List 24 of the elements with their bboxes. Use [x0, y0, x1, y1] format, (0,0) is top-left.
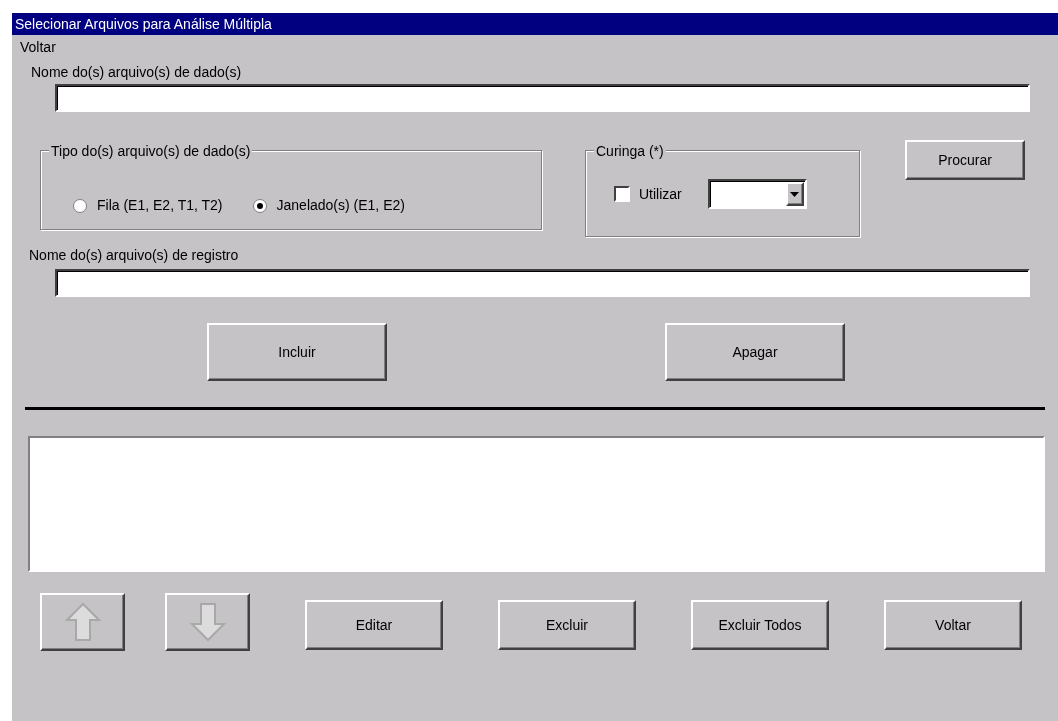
action-button[interactable]: Apagar [665, 323, 845, 381]
menu-item[interactable]: Voltar [20, 39, 56, 55]
action-button[interactable]: Incluir [207, 323, 387, 381]
up-arrow-icon [62, 600, 103, 644]
radio-button[interactable] [73, 198, 87, 213]
dropdown[interactable] [707, 179, 807, 209]
checkbox-label: Utilizar [639, 184, 682, 204]
action-button[interactable]: Excluir Todos [691, 600, 829, 650]
radio-label: Janelado(s) (E1, E2) [276, 196, 405, 215]
window-title: Selecionar Arquivos para Análise Múltipla [12, 13, 1058, 35]
input-field[interactable] [55, 84, 1030, 112]
action-button[interactable]: Excluir [498, 600, 636, 650]
radio-label: Fila (E1, E2, T1, T2) [97, 196, 223, 215]
action-button[interactable]: Editar [305, 600, 443, 650]
action-button[interactable]: Voltar [884, 600, 1022, 650]
browse-button[interactable]: Procurar [905, 140, 1025, 180]
input-field[interactable] [55, 269, 1030, 297]
checkbox[interactable] [614, 186, 630, 202]
field-label: Nome do(s) arquivo(s) de dado(s) [31, 63, 242, 82]
caret-icon [790, 191, 800, 197]
dropdown-button[interactable] [785, 182, 804, 206]
field-label: Nome do(s) arquivo(s) de registro [29, 246, 239, 265]
down-arrow-icon [187, 600, 228, 644]
radio-button[interactable] [252, 198, 267, 213]
